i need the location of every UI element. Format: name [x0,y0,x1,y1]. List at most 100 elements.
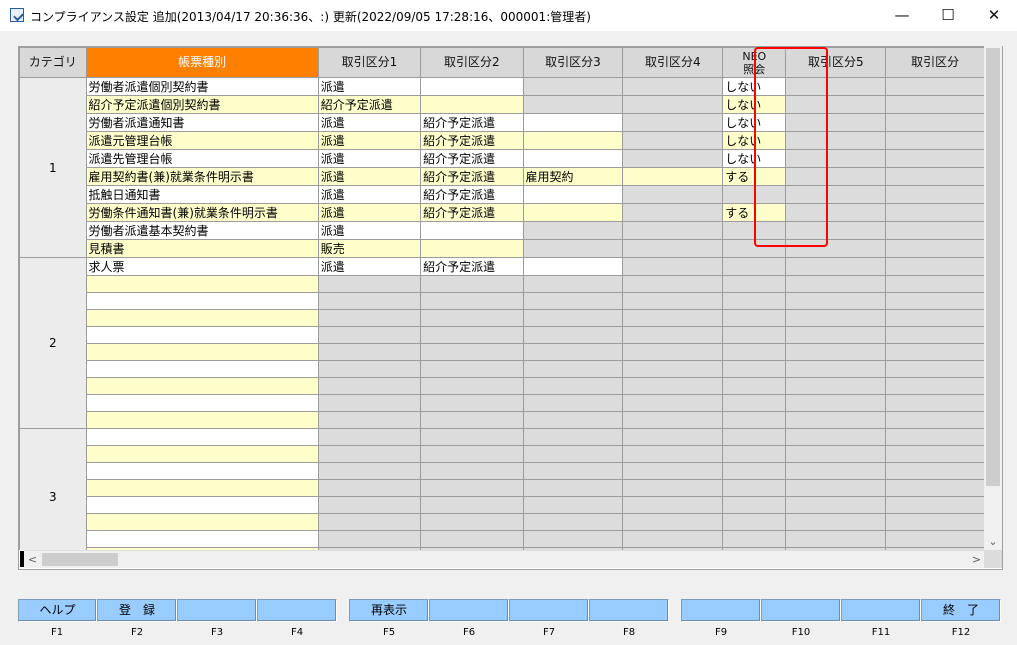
neo-inquiry-cell[interactable] [722,221,787,240]
trade-class-1-cell[interactable] [317,445,422,463]
table-row[interactable] [20,513,985,531]
neo-inquiry-cell[interactable] [722,360,787,378]
trade-class-4-cell[interactable] [622,530,724,548]
trade-class-1-cell[interactable] [317,360,422,378]
form-type-cell[interactable] [85,309,319,327]
trade-class-4-cell[interactable] [622,185,724,204]
trade-class-5-cell[interactable] [785,462,887,480]
trade-class-2-cell[interactable]: 紹介予定派遣 [420,185,524,204]
trade-class-4-cell[interactable] [622,411,724,429]
trade-class-5-cell[interactable] [785,360,887,378]
trade-class-4-cell[interactable] [622,167,724,186]
form-type-cell[interactable] [85,275,319,293]
trade-class-3-cell[interactable] [522,203,624,222]
trade-class-2-cell[interactable] [420,326,524,344]
form-type-cell[interactable] [85,377,319,395]
neo-inquiry-cell[interactable]: する [722,203,787,222]
trade-class-2-cell[interactable] [420,377,524,395]
trade-class-3-cell[interactable] [522,445,624,463]
f10-button[interactable] [761,599,841,622]
trade-class-5-cell[interactable] [785,530,887,548]
f4-button[interactable] [257,599,337,622]
horizontal-scroll-thumb[interactable] [42,553,118,566]
trade-class-6-cell[interactable] [885,394,985,412]
trade-class-5-cell[interactable] [785,496,887,514]
trade-class-2-cell[interactable] [420,360,524,378]
trade-class-5-cell[interactable] [785,95,887,114]
neo-inquiry-cell[interactable] [722,513,787,531]
trade-class-2-cell[interactable] [420,221,524,240]
trade-class-3-cell[interactable] [522,113,624,132]
neo-inquiry-cell[interactable]: しない [722,113,787,132]
neo-inquiry-cell[interactable]: しない [722,131,787,150]
neo-inquiry-cell[interactable] [722,326,787,344]
refresh-button[interactable]: 再表示 [349,599,429,622]
trade-class-2-cell[interactable] [420,95,524,114]
trade-class-5-cell[interactable] [785,131,887,150]
trade-class-2-cell[interactable] [420,309,524,327]
form-type-cell[interactable]: 労働者派遣通知書 [85,113,319,132]
trade-class-5-cell[interactable] [785,221,887,240]
trade-class-3-cell[interactable] [522,239,624,258]
table-row[interactable] [20,275,985,293]
trade-class-3-cell[interactable] [522,275,624,293]
trade-class-3-cell[interactable] [522,95,624,114]
trade-class-4-cell[interactable] [622,479,724,497]
trade-class-2-cell[interactable] [420,343,524,361]
form-type-cell[interactable] [85,394,319,412]
table-row[interactable]: 2 求人票 派遣 紹介予定派遣 [19,257,985,429]
trade-class-2-cell[interactable] [420,496,524,514]
trade-class-3-cell[interactable] [522,513,624,531]
horizontal-scrollbar[interactable]: < > [24,550,985,568]
trade-class-1-cell[interactable] [317,275,422,293]
trade-class-5-cell[interactable] [785,343,887,361]
table-row[interactable]: 労働条件通知書(兼)就業条件明示書 派遣 紹介予定派遣 する [20,203,985,222]
trade-class-1-cell[interactable]: 派遣 [317,257,422,276]
trade-class-3-cell[interactable] [522,221,624,240]
table-row[interactable] [20,530,985,548]
form-type-cell[interactable] [85,479,319,497]
trade-class-5-cell[interactable] [785,185,887,204]
trade-class-3-cell[interactable] [522,309,624,327]
trade-class-4-cell[interactable] [622,221,724,240]
trade-class-4-cell[interactable] [622,394,724,412]
trade-class-1-cell[interactable]: 派遣 [317,77,422,96]
trade-class-3-cell[interactable] [522,462,624,480]
minimize-button[interactable]: — [879,0,925,31]
trade-class-5-cell[interactable] [785,394,887,412]
form-type-cell[interactable]: 抵触日通知書 [85,185,319,204]
table-row[interactable] [20,411,985,429]
neo-inquiry-cell[interactable] [722,239,787,258]
form-type-cell[interactable] [85,428,319,446]
trade-class-5-cell[interactable] [785,479,887,497]
trade-class-5-cell[interactable] [785,309,887,327]
trade-class-2-cell[interactable]: 紹介予定派遣 [420,257,524,276]
trade-class-4-cell[interactable] [622,360,724,378]
table-row[interactable]: 1 労働者派遣個別契約書 派遣 しない [19,77,985,258]
trade-class-1-cell[interactable] [317,479,422,497]
trade-class-4-cell[interactable] [622,257,724,276]
f3-button[interactable] [177,599,257,622]
trade-class-2-cell[interactable] [420,292,524,310]
trade-class-4-cell[interactable] [622,95,724,114]
trade-class-1-cell[interactable]: 派遣 [317,185,422,204]
table-row[interactable] [20,479,985,497]
trade-class-6-cell[interactable] [885,203,985,222]
table-row[interactable] [20,394,985,412]
trade-class-3-cell[interactable]: 雇用契約 [522,167,624,186]
trade-class-6-cell[interactable] [885,292,985,310]
trade-class-6-cell[interactable] [885,95,985,114]
form-type-cell[interactable]: 雇用契約書(兼)就業条件明示書 [85,167,319,186]
trade-class-5-cell[interactable] [785,411,887,429]
trade-class-6-cell[interactable] [885,513,985,531]
trade-class-1-cell[interactable]: 派遣 [317,167,422,186]
neo-inquiry-cell[interactable]: しない [722,95,787,114]
neo-inquiry-cell[interactable]: しない [722,77,787,96]
trade-class-2-cell[interactable] [420,445,524,463]
neo-inquiry-cell[interactable] [722,496,787,514]
trade-class-4-cell[interactable] [622,445,724,463]
scroll-left-icon[interactable]: < [24,551,41,568]
trade-class-3-cell[interactable] [522,496,624,514]
trade-class-6-cell[interactable] [885,149,985,168]
form-type-cell[interactable] [85,411,319,429]
